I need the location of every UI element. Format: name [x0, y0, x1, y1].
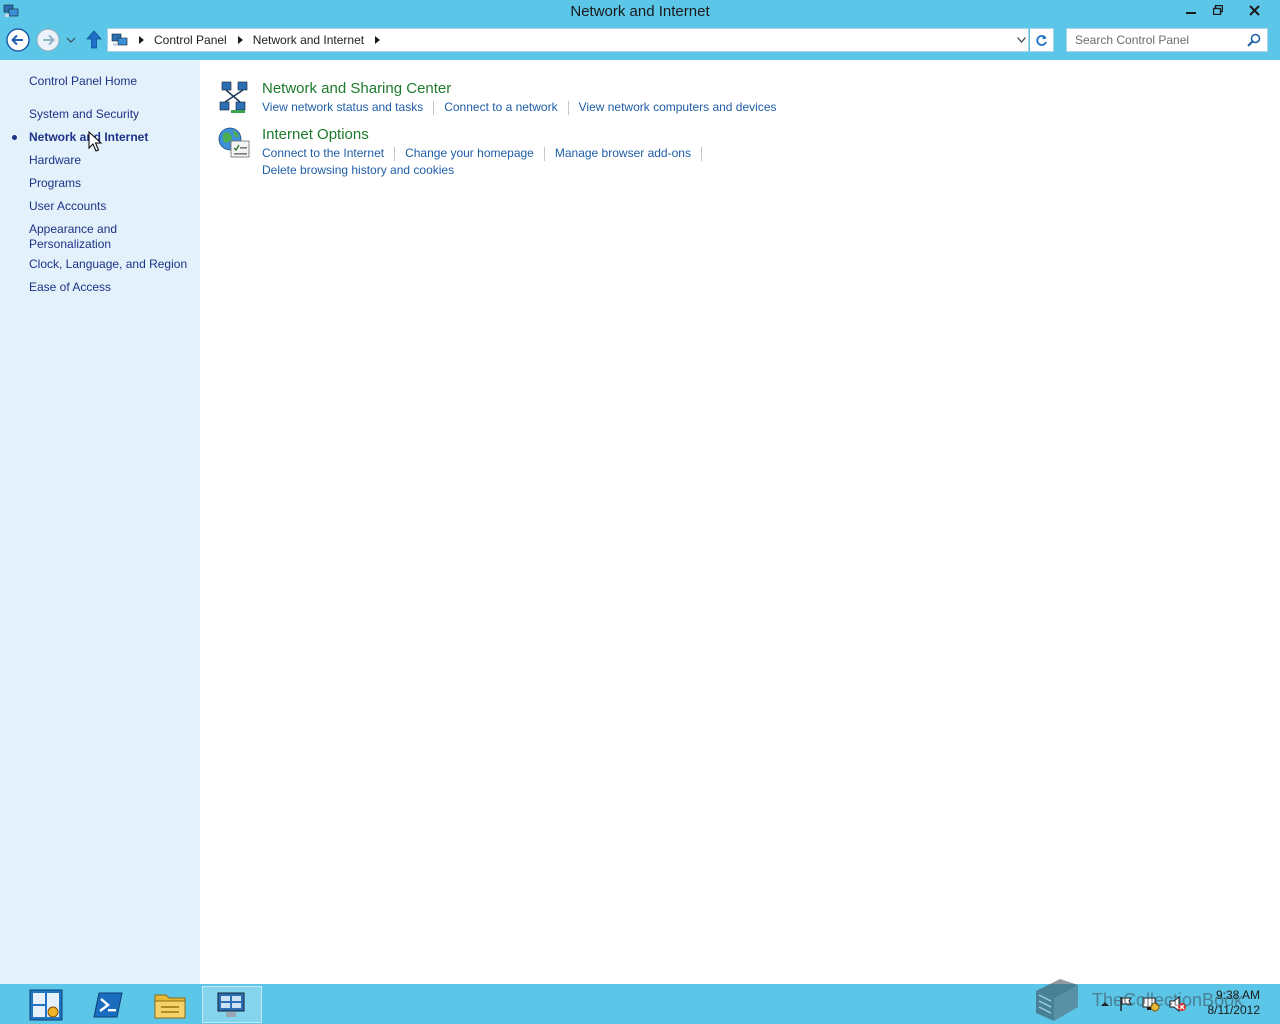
chevron-right-icon[interactable] — [136, 29, 148, 51]
sidebar: Control Panel Home System and Security N… — [0, 60, 200, 984]
chevron-down-icon — [1016, 37, 1026, 43]
restore-icon — [1213, 5, 1223, 15]
chevron-right-icon[interactable] — [235, 29, 247, 51]
breadcrumb: Control Panel Network and Internet — [134, 29, 390, 51]
search-box[interactable] — [1066, 28, 1268, 52]
sidebar-item-control-panel-home[interactable]: Control Panel Home — [29, 74, 137, 89]
powershell-icon — [93, 992, 123, 1017]
main-content: Network and Sharing Center View network … — [200, 60, 1280, 984]
up-arrow-icon[interactable] — [84, 28, 104, 52]
breadcrumb-network-and-internet[interactable]: Network and Internet — [253, 33, 364, 47]
search-icon[interactable] — [1247, 33, 1261, 47]
control-panel-icon — [111, 33, 128, 46]
server-manager-icon — [29, 989, 63, 1020]
internet-options-links-row2: Delete browsing history and cookies — [262, 163, 454, 177]
network-sharing-links: View network status and tasks Connect to … — [262, 100, 777, 115]
back-icon[interactable] — [6, 28, 30, 52]
link-divider — [433, 100, 435, 115]
minimize-icon — [1186, 12, 1196, 14]
view-network-computers-link[interactable]: View network computers and devices — [579, 100, 777, 114]
chevron-right-icon[interactable] — [372, 29, 384, 51]
file-explorer-icon — [154, 994, 186, 1018]
address-dropdown-button[interactable] — [1014, 29, 1028, 51]
refresh-icon — [1036, 34, 1047, 46]
link-divider — [700, 146, 702, 161]
link-divider — [543, 146, 545, 161]
sidebar-item-hardware[interactable]: Hardware — [29, 153, 81, 168]
delete-browsing-history-link[interactable]: Delete browsing history and cookies — [262, 163, 454, 177]
watermark-text: TheCollectionBook — [1092, 989, 1244, 1010]
sidebar-item-appearance-and-personalization[interactable]: Appearance and Personalization — [29, 222, 117, 252]
sidebar-item-ease-of-access[interactable]: Ease of Access — [29, 280, 111, 295]
network-sharing-center-title[interactable]: Network and Sharing Center — [262, 80, 451, 97]
search-input[interactable] — [1067, 29, 1243, 51]
title-bar: Network and Internet — [0, 0, 1280, 23]
control-panel-taskbar-button[interactable] — [202, 986, 262, 1023]
restore-button[interactable] — [1205, 0, 1231, 20]
navigation-bar: Control Panel Network and Internet — [0, 23, 1280, 60]
connect-to-internet-link[interactable]: Connect to the Internet — [262, 146, 384, 160]
file-explorer-button[interactable] — [140, 986, 200, 1023]
internet-options-links: Connect to the Internet Change your homep… — [262, 146, 712, 161]
internet-options-title[interactable]: Internet Options — [262, 126, 369, 143]
sidebar-item-programs[interactable]: Programs — [29, 176, 81, 191]
minimize-button[interactable] — [1178, 0, 1204, 20]
connect-to-network-link[interactable]: Connect to a network — [444, 100, 557, 114]
address-bar[interactable]: Control Panel Network and Internet — [107, 28, 1029, 52]
manage-add-ons-link[interactable]: Manage browser add-ons — [555, 146, 691, 160]
book-logo-icon — [1036, 979, 1078, 1021]
refresh-button[interactable] — [1030, 28, 1054, 52]
close-button[interactable] — [1232, 0, 1276, 20]
close-icon — [1248, 4, 1260, 16]
change-homepage-link[interactable]: Change your homepage — [405, 146, 534, 160]
internet-options-icon[interactable] — [217, 126, 251, 160]
forward-icon[interactable] — [36, 28, 60, 52]
server-manager-button[interactable] — [16, 986, 76, 1023]
sidebar-item-system-and-security[interactable]: System and Security — [29, 107, 139, 122]
mouse-cursor-icon — [88, 131, 102, 152]
link-divider — [567, 100, 569, 115]
sidebar-item-clock-language-region[interactable]: Clock, Language, and Region — [29, 257, 187, 272]
control-panel-icon — [217, 992, 245, 1017]
sidebar-item-user-accounts[interactable]: User Accounts — [29, 199, 106, 214]
view-network-status-link[interactable]: View network status and tasks — [262, 100, 423, 114]
network-sharing-icon[interactable] — [218, 80, 252, 114]
powershell-button[interactable] — [78, 986, 138, 1023]
breadcrumb-control-panel[interactable]: Control Panel — [154, 33, 227, 47]
active-bullet-icon — [12, 135, 17, 140]
recent-locations-icon[interactable] — [64, 28, 78, 52]
link-divider — [394, 146, 396, 161]
watermark: TheCollectionBook — [1030, 976, 1243, 1024]
window-title: Network and Internet — [570, 3, 710, 20]
